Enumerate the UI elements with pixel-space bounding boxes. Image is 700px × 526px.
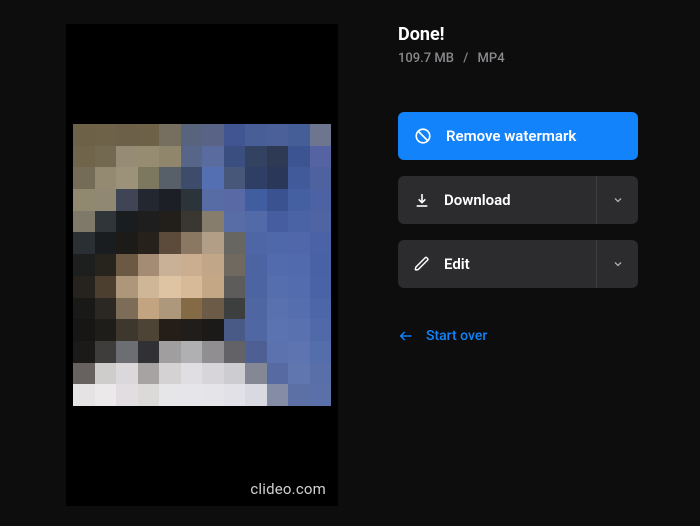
download-button[interactable]: Download (398, 176, 638, 224)
download-icon (414, 192, 430, 208)
watermark-text: clideo.com (250, 480, 326, 498)
chevron-down-icon (612, 258, 624, 270)
remove-watermark-label: Remove watermark (446, 127, 576, 145)
remove-watermark-button[interactable]: Remove watermark (398, 112, 638, 160)
pencil-icon (414, 256, 430, 272)
start-over-link[interactable]: Start over (398, 328, 638, 344)
download-options-toggle[interactable] (596, 176, 638, 224)
preview-frame (73, 124, 331, 406)
file-format: MP4 (478, 51, 505, 66)
no-sign-icon (414, 127, 432, 145)
file-size: 109.7 MB (398, 51, 454, 66)
edit-options-toggle[interactable] (596, 240, 638, 288)
meta-separator: / (463, 51, 468, 66)
start-over-label: Start over (426, 328, 487, 344)
download-label: Download (444, 191, 511, 209)
video-preview: clideo.com (66, 24, 338, 506)
arrow-left-icon (398, 328, 414, 344)
edit-button[interactable]: Edit (398, 240, 638, 288)
file-meta: 109.7 MB / MP4 (398, 51, 638, 66)
chevron-down-icon (612, 194, 624, 206)
status-title: Done! (398, 24, 638, 45)
edit-label: Edit (444, 255, 470, 273)
